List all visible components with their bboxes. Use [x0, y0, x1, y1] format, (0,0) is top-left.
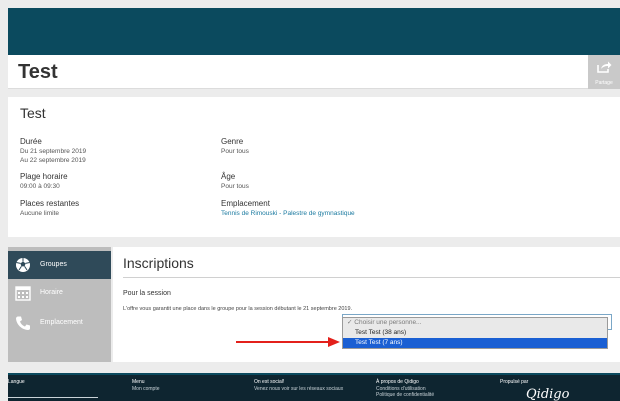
- duration-label: Durée: [20, 137, 42, 146]
- page-title: Test: [18, 61, 58, 83]
- powered-title: Propulsé par: [500, 379, 529, 385]
- sidebar-item-horaire[interactable]: Horaire: [8, 279, 111, 307]
- schedule-label: Plage horaire: [20, 172, 68, 181]
- phone-icon: [16, 316, 30, 330]
- dropdown-option[interactable]: Test Test (38 ans): [343, 328, 607, 338]
- privacy-link[interactable]: Politique de confidentialité: [376, 392, 434, 399]
- dropdown-option-placeholder[interactable]: ✓ Choisir une personne...: [343, 318, 607, 328]
- session-description: L'offre vous garantit une place dans le …: [123, 306, 353, 312]
- sidebar: Groupes Horaire Emplacement: [8, 247, 111, 362]
- duration-from: Du 21 septembre 2019: [20, 148, 87, 155]
- sidebar-item-label: Horaire: [40, 289, 63, 296]
- share-icon: [597, 61, 612, 73]
- language-label: Langue: [8, 379, 25, 385]
- session-title: Pour la session: [123, 290, 171, 297]
- language-select[interactable]: [8, 397, 98, 398]
- soccer-ball-icon: [16, 258, 30, 272]
- sidebar-item-groupes[interactable]: Groupes: [8, 251, 111, 279]
- activity-details: Test Durée Du 21 septembre 2019 Au 22 se…: [8, 97, 620, 237]
- calendar-icon: [15, 286, 31, 301]
- gender-label: Genre: [221, 137, 244, 146]
- places-label: Places restantes: [20, 199, 80, 208]
- person-dropdown-list: ✓ Choisir une personne... Test Test (38 …: [342, 317, 608, 349]
- inscriptions-title: Inscriptions: [123, 255, 194, 271]
- social-text: Venez nous voir sur les réseaux sociaux: [254, 385, 344, 392]
- age-label: Âge: [221, 172, 236, 181]
- share-button[interactable]: Partage: [588, 55, 620, 89]
- footer-about: À propos de Qidigo Conditions d'utilisat…: [376, 379, 434, 399]
- places-value: Aucune limite: [20, 210, 60, 217]
- title-bar: Test Partage: [8, 55, 620, 89]
- sidebar-item-emplacement[interactable]: Emplacement: [8, 309, 111, 337]
- footer-social: On est social! Venez nous voir sur les r…: [254, 379, 343, 392]
- footer-menu: Menu Mon compte: [132, 379, 160, 392]
- gender-value: Pour tous: [221, 148, 249, 155]
- top-banner: [8, 8, 620, 55]
- placeholder-text: Choisir une personne...: [354, 319, 422, 326]
- qidigo-logo[interactable]: Qidigo: [526, 387, 569, 401]
- footer-language: Langue: [8, 379, 25, 386]
- footer-powered: Propulsé par: [500, 379, 528, 386]
- duration-to: Au 22 septembre 2019: [20, 157, 86, 164]
- location-link[interactable]: Tennis de Rimouski - Palestre de gymnast…: [221, 209, 355, 218]
- red-arrow-annotation: [236, 337, 340, 347]
- location-label: Emplacement: [221, 199, 270, 208]
- dropdown-option-highlighted[interactable]: Test Test (7 ans): [343, 338, 607, 348]
- schedule-value: 09:00 à 09:30: [20, 183, 60, 190]
- age-value: Pour tous: [221, 183, 249, 190]
- sidebar-item-label: Groupes: [40, 261, 67, 268]
- footer: Langue Menu Mon compte On est social! Ve…: [8, 373, 620, 401]
- menu-account-link[interactable]: Mon compte: [132, 386, 160, 393]
- share-label: Partage: [595, 80, 613, 86]
- sidebar-item-label: Emplacement: [40, 319, 83, 326]
- divider: [123, 277, 620, 278]
- details-title: Test: [20, 105, 46, 121]
